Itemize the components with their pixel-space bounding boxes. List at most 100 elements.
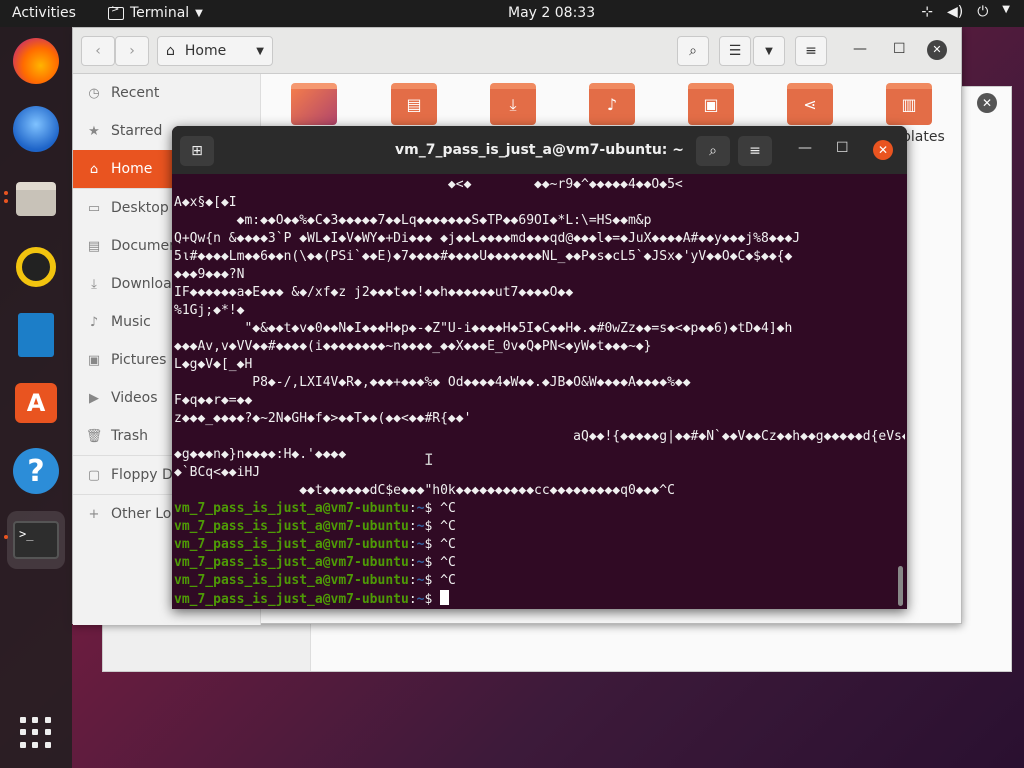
- templates-folder-icon[interactable]: ▥: [886, 83, 932, 125]
- running-indicator: [4, 199, 8, 203]
- rhythmbox-launcher[interactable]: [10, 241, 62, 293]
- software-launcher[interactable]: A: [10, 377, 62, 429]
- terminal-line: A◆x§◆[◆I: [174, 195, 237, 210]
- menu-button[interactable]: ≡: [795, 36, 827, 66]
- files-headerbar: ‹ › ⌂ Home ▼ ⌕ ☰ ▼ ≡ — ☐ ✕: [73, 28, 961, 74]
- running-indicator: [4, 191, 8, 195]
- terminal-icon: >_: [13, 521, 59, 559]
- floppy-icon: ▢: [87, 467, 101, 483]
- home-icon: ⌂: [89, 161, 99, 177]
- prompt-separator: :: [408, 501, 417, 516]
- terminal-headerbar: ⊞ vm_7_pass_is_just_a@vm7-ubuntu: ~ ⌕ ≡ …: [172, 126, 907, 174]
- prompt-separator: :: [408, 537, 417, 552]
- hamburger-icon: ≡: [749, 143, 761, 159]
- terminal-cursor: [440, 590, 450, 605]
- sidebar-item-recent[interactable]: ◷ Recent: [73, 74, 260, 112]
- minimize-icon[interactable]: —: [798, 140, 812, 156]
- music-folder-icon[interactable]: ♪: [589, 83, 635, 125]
- view-options-button[interactable]: ▼: [753, 36, 785, 66]
- back-button[interactable]: ‹: [81, 36, 115, 66]
- clock-icon: ◷: [88, 85, 100, 101]
- templates-folder-label[interactable]: plates: [902, 129, 945, 145]
- desktop-folder-icon[interactable]: [291, 83, 337, 125]
- view-list-button[interactable]: ☰: [719, 36, 751, 66]
- prompt-separator: :: [408, 555, 417, 570]
- terminal-line: L◆g◆V◆[_◆H: [174, 357, 253, 372]
- app-menu[interactable]: Terminal ▼: [108, 4, 203, 21]
- rhythmbox-icon: [16, 247, 56, 287]
- desktop-icon: ▭: [87, 200, 101, 216]
- prompt-dollar: $: [424, 555, 441, 570]
- power-icon: ⏻: [977, 4, 989, 20]
- prompt-separator: :: [408, 519, 417, 534]
- terminal-line: ◆◆◆9◆◆◆?N: [174, 267, 245, 282]
- minimize-icon[interactable]: —: [853, 41, 867, 57]
- grid-dot: [44, 729, 51, 736]
- app-menu-label: Terminal: [130, 5, 190, 21]
- activities-button[interactable]: Activities: [12, 5, 76, 21]
- chevron-down-icon[interactable]: ▼: [256, 46, 264, 57]
- terminal-output[interactable]: ◆<◆ ◆◆~r9◆^◆◆◆◆◆4◆◆O◆5< A◆x§◆[◆I ◆m:◆◆O◆◆…: [172, 174, 907, 609]
- grid-dot: [44, 741, 51, 748]
- videos-icon: ▶: [89, 390, 99, 406]
- files-launcher[interactable]: [10, 173, 62, 225]
- prompt-dollar: $: [424, 573, 441, 588]
- show-applications-button[interactable]: [20, 717, 52, 749]
- terminal-line: aQ◆◆!{◆◆◆◆◆g|◆◆#◆N`◆◆V◆◆Cz◆◆h◆◆g◆◆◆◆◆d{e…: [174, 429, 905, 444]
- public-folder-icon[interactable]: ⋖: [787, 83, 833, 125]
- caret-down-icon: ▼: [195, 7, 203, 19]
- network-icon: ⊹: [921, 4, 933, 20]
- search-icon: ⌕: [689, 43, 697, 59]
- system-tray[interactable]: ⊹ ◀) ⏻ ▼: [921, 4, 1010, 20]
- prompt-separator: :: [408, 573, 417, 588]
- terminal-line: F◆q◆◆r◆=◆◆: [174, 393, 253, 408]
- help-launcher[interactable]: ?: [10, 445, 62, 497]
- terminal-scrollbar[interactable]: [898, 566, 903, 606]
- files-icon: [16, 182, 56, 216]
- home-icon: ⌂: [166, 43, 175, 59]
- clock[interactable]: May 2 08:33: [508, 5, 595, 21]
- hamburger-icon: ≡: [805, 43, 817, 59]
- caret-down-icon: ▼: [1002, 4, 1010, 15]
- running-indicator: [4, 535, 8, 539]
- pictures-icon: ▣: [87, 352, 101, 368]
- firefox-launcher[interactable]: [10, 35, 62, 87]
- sidebar-item-label: Recent: [111, 85, 160, 101]
- music-icon: ♪: [89, 314, 99, 330]
- terminal-line: "◆&◆◆t◆v◆0◆◆N◆I◆◆◆H◆p◆-◆Z"U-i◆◆◆◆H◆5I◆C◆…: [174, 321, 793, 336]
- maximize-icon[interactable]: ☐: [893, 41, 906, 57]
- terminal-line: Q+Qw{n &◆◆◆◆3`P ◆WL◆I◆V◆WY◆+Di◆◆◆ ◆j◆◆L◆…: [174, 231, 801, 246]
- terminal-app-icon: [108, 4, 124, 20]
- grid-dot: [20, 717, 26, 723]
- prompt-line: vm_7_pass_is_just_a@vm7-ubuntu:~$ ^C: [174, 572, 905, 590]
- close-icon[interactable]: ✕: [873, 140, 893, 160]
- forward-button[interactable]: ›: [115, 36, 149, 66]
- grid-dot: [32, 741, 39, 748]
- maximize-icon[interactable]: ☐: [836, 140, 849, 156]
- downloads-folder-icon[interactable]: ⤓: [490, 83, 536, 125]
- trash-icon: 🗑: [85, 428, 103, 444]
- firefox-icon: [13, 38, 59, 84]
- sidebar-item-label: Music: [111, 314, 151, 330]
- sidebar-item-label: Trash: [111, 428, 148, 444]
- terminal-search-button[interactable]: ⌕: [696, 136, 730, 166]
- terminal-menu-button[interactable]: ≡: [738, 136, 772, 166]
- close-icon[interactable]: ✕: [927, 40, 947, 60]
- thunderbird-icon: [13, 106, 59, 152]
- terminal-line: IF◆◆◆◆◆◆a◆E◆◆◆ &◆/xf◆z j2◆◆◆t◆◆!◆◆h◆◆◆◆◆…: [174, 285, 574, 300]
- terminal-launcher[interactable]: >_: [7, 511, 65, 569]
- close-icon[interactable]: ✕: [977, 93, 997, 113]
- plus-icon: +: [88, 506, 100, 522]
- prompt-dollar: $: [424, 519, 441, 534]
- pictures-folder-icon[interactable]: ▣: [688, 83, 734, 125]
- terminal-line: ◆<◆ ◆◆~r9◆^◆◆◆◆◆4◆◆O◆5<: [174, 177, 683, 192]
- thunderbird-launcher[interactable]: [10, 103, 62, 155]
- path-bar[interactable]: ⌂ Home ▼: [157, 36, 273, 66]
- search-button[interactable]: ⌕: [677, 36, 709, 66]
- documents-folder-icon[interactable]: ▤: [391, 83, 437, 125]
- star-icon: ★: [88, 123, 100, 139]
- terminal-line: z◆◆◆_◆◆◆◆?◆~2N◆GH◆f◆>◆◆T◆◆(◆◆<◆◆#R{◆◆': [174, 411, 472, 426]
- sidebar-item-label: Home: [111, 161, 153, 177]
- search-icon: ⌕: [709, 143, 717, 159]
- writer-launcher[interactable]: [10, 309, 62, 361]
